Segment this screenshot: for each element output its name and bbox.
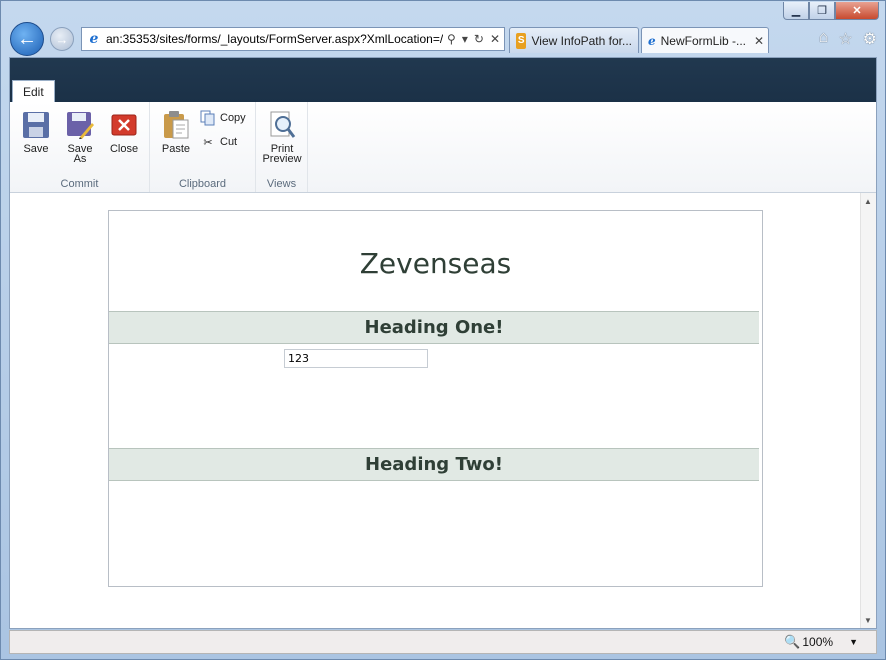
address-bar[interactable]: e an:35353/sites/forms/_layouts/FormServ… [81,27,505,51]
group-views: Print Preview Views [256,102,308,192]
ribbon: Save Save As Close Commit Paste Copy ✂ C… [10,102,876,193]
forward-arrow-icon: → [55,31,69,47]
close-label: Close [109,143,139,155]
section-heading-one: Heading One! [109,311,759,344]
floppy-disk-icon [21,110,51,140]
home-icon[interactable]: ⌂ [819,29,829,49]
tab-close-icon[interactable]: ✕ [754,34,764,48]
save-as-button[interactable]: Save As [60,110,100,165]
form-canvas: Zevenseas Heading One! 123 Heading Two! [108,210,763,587]
status-bar: 🔍 100% ▼ [9,630,877,654]
clipboard-paste-icon [161,110,191,140]
save-label: Save [23,143,49,155]
sharepoint-icon: S [516,32,527,49]
page-content: Edit Save Save As Close Commit Paste Cop… [9,57,877,629]
cut-label: Cut [220,136,238,148]
tab-view-infopath[interactable]: S View InfoPath for... [509,27,639,53]
copy-icon [200,110,216,126]
gear-icon[interactable]: ⚙ [863,29,877,49]
copy-button[interactable]: Copy [200,110,246,126]
print-preview-icon [267,110,297,140]
copy-label: Copy [220,112,246,124]
close-icon [109,110,139,140]
form-title: Zevenseas [359,247,512,280]
group-commit: Save Save As Close Commit [10,102,150,192]
print-preview-button[interactable]: Print Preview [260,110,304,165]
maximize-button[interactable]: ❐ [809,2,835,20]
vertical-scrollbar[interactable]: ▲ ▼ [860,193,876,628]
group-clipboard: Paste Copy ✂ Cut Clipboard [150,102,256,192]
zoom-icon[interactable]: 🔍 [784,634,800,650]
save-as-icon [65,110,95,140]
tab-edit[interactable]: Edit [12,80,55,102]
browser-window: ▁ ❐ ✕ ← → e an:35353/sites/forms/_layout… [0,0,886,660]
cut-button[interactable]: ✂ Cut [200,134,237,150]
tab-label: NewFormLib -... [660,33,746,48]
minimize-button[interactable]: ▁ [783,2,809,20]
ribbon-tab-bar: Edit [10,58,876,102]
scroll-up-icon[interactable]: ▲ [864,197,872,206]
ie-page-icon: e [648,33,656,48]
save-as-label-2: As [73,153,87,165]
address-url[interactable]: an:35353/sites/forms/_layouts/FormServer… [102,32,443,46]
print-preview-label-2: Preview [262,153,302,165]
ie-page-icon: e [89,31,99,47]
close-button[interactable]: Close [104,110,144,155]
address-tools: ⚲ ▾ ↻ ✕ [443,32,500,46]
tab-newformlib[interactable]: e NewFormLib -... ✕ [641,27,769,53]
zoom-dropdown-icon[interactable]: ▼ [849,637,858,647]
group-label-commit: Commit [60,178,99,190]
window-caption-buttons: ▁ ❐ ✕ [783,2,879,20]
close-window-button[interactable]: ✕ [835,2,879,20]
group-label-views: Views [266,178,297,190]
back-arrow-icon: ← [17,27,37,50]
section-heading-two: Heading Two! [109,448,759,481]
navigation-row: ← → e an:35353/sites/forms/_layouts/Form… [7,21,881,57]
group-label-clipboard: Clipboard [178,178,227,190]
refresh-icon[interactable]: ↻ [474,32,484,46]
forward-button[interactable]: → [50,27,74,51]
back-button[interactable]: ← [10,22,44,56]
form-page-area: Zevenseas Heading One! 123 Heading Two! [10,193,862,628]
dropdown-arrow-icon[interactable]: ▾ [462,32,468,46]
paste-label: Paste [161,143,191,155]
zoom-level[interactable]: 100% [802,635,833,649]
tab-label: View InfoPath for... [531,33,632,48]
stop-icon[interactable]: ✕ [490,32,500,46]
scissors-icon: ✂ [203,136,213,149]
favorites-star-icon[interactable]: ☆ [838,29,852,49]
save-button[interactable]: Save [16,110,56,155]
search-icon[interactable]: ⚲ [447,32,456,46]
text-field[interactable]: 123 [284,349,428,368]
browser-tools: ⌂ ☆ ⚙ [819,29,877,49]
scroll-down-icon[interactable]: ▼ [864,616,872,625]
paste-button[interactable]: Paste [156,110,196,155]
